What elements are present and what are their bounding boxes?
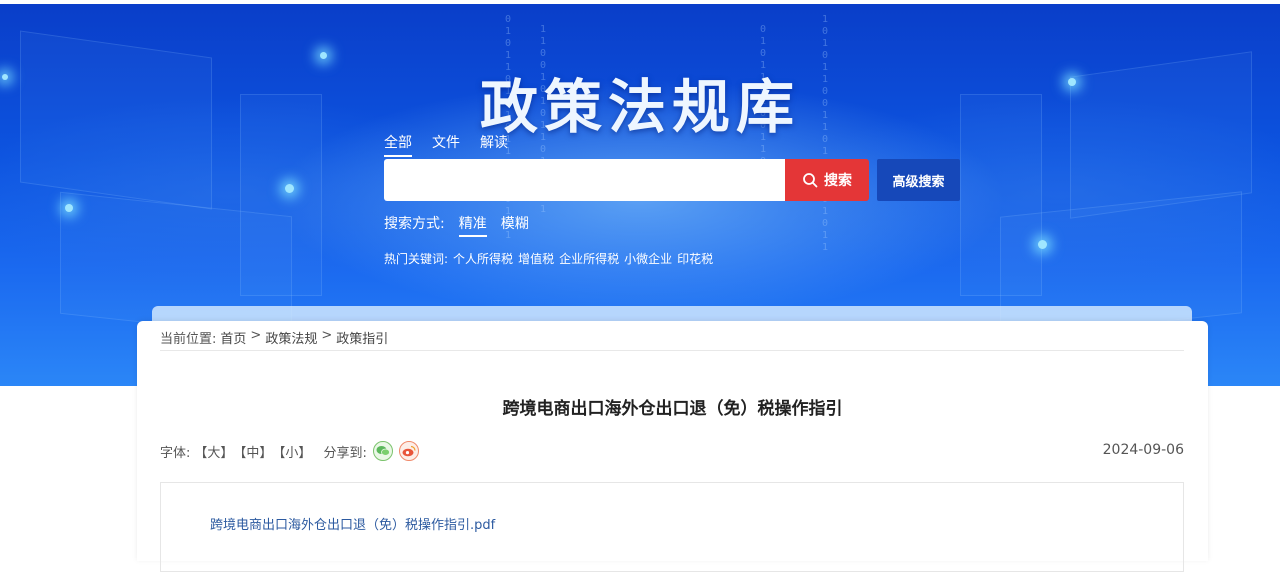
decor-glow [285, 184, 294, 193]
decor-glow [1038, 240, 1047, 249]
font-size-medium[interactable]: 【中】 [233, 442, 272, 461]
page-title: 政策法规库 [479, 73, 800, 141]
article-meta: 字体: 【大】 【中】 【小】 分享到: [160, 441, 419, 461]
font-size-small[interactable]: 【小】 [272, 442, 311, 461]
mode-fuzzy[interactable]: 模糊 [501, 213, 529, 237]
tab-all[interactable]: 全部 [384, 132, 412, 157]
search-mode: 搜索方式: 精准 模糊 [384, 213, 529, 237]
search-button-label: 搜索 [824, 173, 852, 189]
content-card: 当前位置: 首页 > 政策法规 > 政策指引 跨境电商出口海外仓出口退（免）税操… [137, 321, 1208, 572]
hot-keyword[interactable]: 印花税 [677, 250, 713, 267]
publish-date: 2024-09-06 [1102, 442, 1184, 458]
search-input[interactable] [384, 159, 785, 201]
breadcrumb-guidance[interactable]: 政策指引 [336, 328, 388, 350]
mode-exact[interactable]: 精准 [458, 213, 487, 237]
search-tabs: 全部 文件 解读 [384, 132, 508, 157]
tab-interpretation[interactable]: 解读 [480, 132, 508, 157]
search-icon [802, 172, 818, 188]
hot-keyword[interactable]: 增值税 [518, 250, 554, 267]
wechat-icon[interactable] [372, 441, 393, 461]
attachment-box: 跨境电商出口海外仓出口退（免）税操作指引.pdf [160, 482, 1184, 572]
font-size-large[interactable]: 【大】 [194, 442, 233, 461]
hot-keyword[interactable]: 企业所得税 [559, 250, 619, 267]
font-size-label: 字体: [160, 445, 191, 461]
search-button[interactable]: 搜索 [785, 159, 869, 201]
weibo-icon[interactable] [398, 441, 419, 461]
attachment-link[interactable]: 跨境电商出口海外仓出口退（免）税操作指引.pdf [210, 514, 495, 533]
breadcrumb: 当前位置: 首页 > 政策法规 > 政策指引 [160, 328, 1184, 351]
breadcrumb-separator: > [250, 328, 262, 343]
share-label: 分享到: [323, 445, 367, 461]
breadcrumb-policies[interactable]: 政策法规 [265, 328, 317, 350]
breadcrumb-prefix: 当前位置: [160, 332, 217, 347]
hot-keyword[interactable]: 小微企业 [624, 250, 672, 267]
hot-keywords: 热门关键词: 个人所得税 增值税 企业所得税 小微企业 印花税 [384, 250, 713, 267]
advanced-search-button[interactable]: 高级搜索 [877, 159, 960, 201]
search-mode-label: 搜索方式: [384, 216, 445, 232]
hot-keywords-label: 热门关键词: [384, 252, 449, 266]
tab-documents[interactable]: 文件 [432, 132, 460, 157]
hot-keyword[interactable]: 个人所得税 [453, 250, 513, 267]
decor-glow [65, 204, 73, 212]
breadcrumb-separator: > [321, 328, 333, 343]
decor-glow [320, 52, 327, 59]
article-title: 跨境电商出口海外仓出口退（免）税操作指引 [502, 399, 843, 419]
advanced-search-label: 高级搜索 [892, 174, 945, 190]
breadcrumb-home[interactable]: 首页 [220, 328, 246, 350]
